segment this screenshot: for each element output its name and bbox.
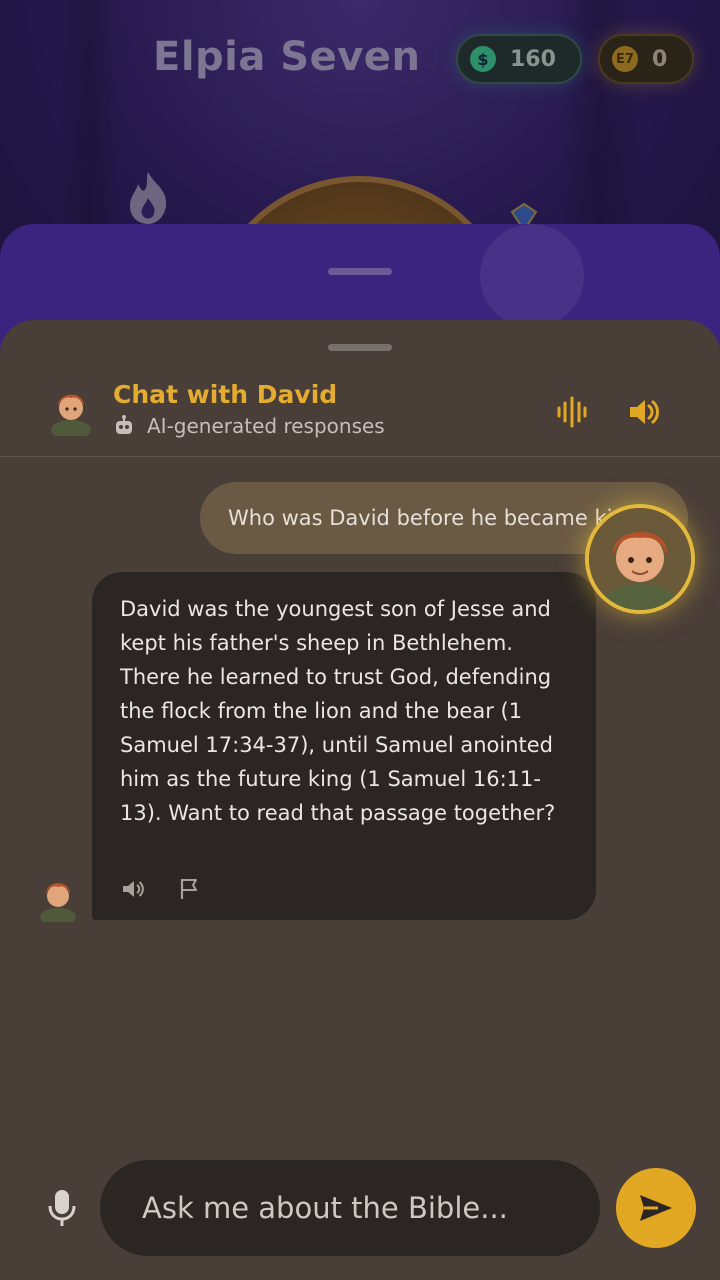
report-message-button[interactable]	[176, 876, 202, 902]
coin-value: 0	[652, 46, 668, 72]
e7-coin-icon: E7	[612, 46, 638, 72]
send-button[interactable]	[616, 1168, 696, 1248]
flag-icon	[180, 879, 197, 899]
assistant-message-text: David was the youngest son of Jesse and …	[120, 597, 556, 825]
message-input[interactable]	[140, 1190, 560, 1226]
microphone-icon	[48, 1190, 76, 1226]
message-actions	[120, 876, 202, 902]
message-input-container	[100, 1160, 600, 1256]
david-portrait	[589, 508, 691, 610]
speaking-character-avatar[interactable]	[585, 504, 695, 614]
david-avatar	[51, 394, 91, 436]
cash-value: 160	[510, 46, 556, 72]
dollar-coin-icon: $	[470, 46, 496, 72]
chat-sheet: Chat with David AI-generated responses W…	[0, 320, 720, 1280]
ai-disclaimer-text: AI-generated responses	[147, 414, 385, 438]
microphone-button[interactable]	[44, 1186, 80, 1230]
background-sheet-handle[interactable]	[328, 268, 392, 275]
voice-mode-button[interactable]	[552, 392, 592, 432]
user-message-text: Who was David before he became king?	[228, 506, 651, 530]
assistant-avatar	[40, 883, 76, 922]
audio-wave-icon	[557, 396, 587, 428]
sheet-drag-handle[interactable]	[328, 344, 392, 351]
robot-icon	[116, 415, 132, 434]
speaker-icon	[123, 881, 144, 897]
speaker-icon	[630, 400, 659, 424]
game-title: Elpia Seven	[153, 34, 421, 80]
streak-flame-icon[interactable]	[124, 170, 172, 226]
cash-balance[interactable]: $ 160	[456, 34, 582, 84]
read-message-button[interactable]	[120, 876, 146, 902]
coin-balance[interactable]: E7 0	[598, 34, 694, 84]
read-aloud-toggle[interactable]	[624, 392, 664, 432]
chat-header: Chat with David AI-generated responses	[0, 370, 720, 457]
chat-title: Chat with David	[113, 380, 338, 409]
assistant-message: David was the youngest son of Jesse and …	[92, 572, 596, 920]
background-avatar-ghost	[480, 224, 584, 328]
ai-disclaimer: AI-generated responses	[113, 414, 385, 438]
send-icon	[640, 1195, 672, 1221]
